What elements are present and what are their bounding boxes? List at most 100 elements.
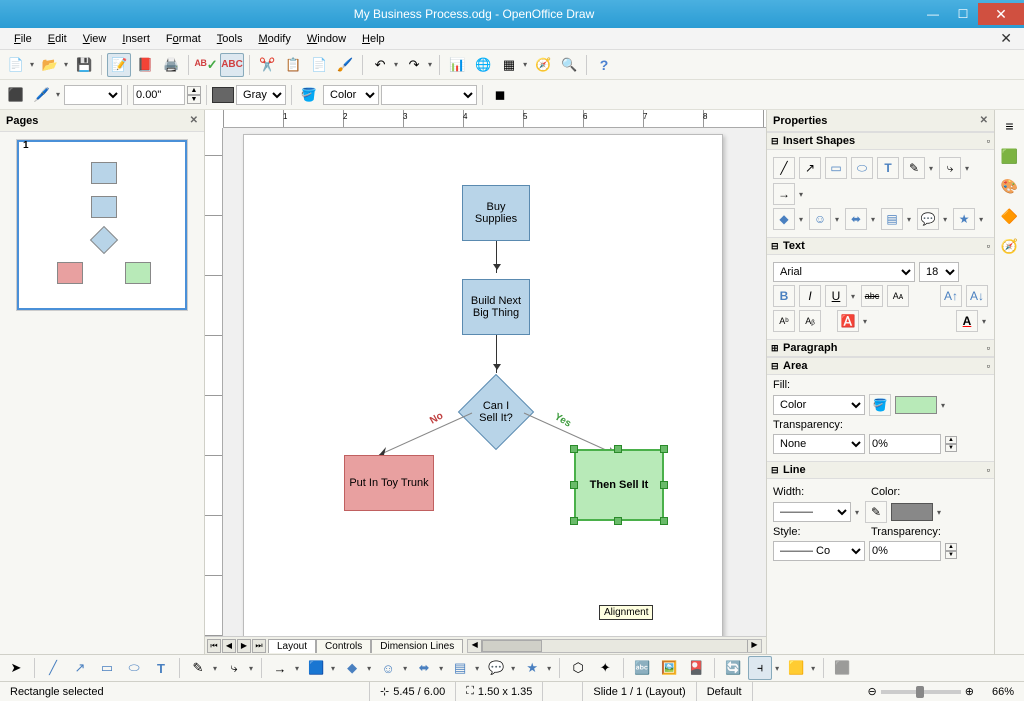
line-tool[interactable]: ╱ [773,157,795,179]
section-insert-shapes[interactable]: ⊟Insert Shapes▫ [767,132,994,150]
marker-dropdown[interactable]: ▾ [54,90,62,99]
section-paragraph[interactable]: ⊞Paragraph▫ [767,339,994,357]
from-file[interactable]: 🖼️ [657,656,681,680]
tab-last[interactable]: ⏭ [252,639,266,653]
strike-button[interactable]: abc [861,285,883,307]
format-paintbrush-button[interactable]: 🖌️ [333,53,357,77]
curve-tool2[interactable]: ✎ [186,656,210,680]
zoom-slider[interactable]: ⊖ ⊕ [860,685,982,698]
flowchart-shapes[interactable]: ▤ [881,208,903,230]
properties-panel-close[interactable]: ✕ [980,115,988,126]
highlight-button[interactable]: 🅰️ [837,310,859,332]
handle-sw[interactable] [570,517,578,525]
fill-mode-combo[interactable]: Color [323,85,379,105]
line-style-combo[interactable]: ——— Co [773,541,865,561]
section-text[interactable]: ⊟Text▫ [767,237,994,255]
points-edit[interactable]: ⬡ [566,656,590,680]
gallery-button[interactable]: 🎴 [684,656,708,680]
export-pdf-button[interactable]: 📕 [133,53,157,77]
rotate-button[interactable]: 🔄 [721,656,745,680]
callout-shapes[interactable]: 💬 [917,208,939,230]
open-dropdown[interactable]: ▾ [62,60,70,69]
edit-file-button[interactable]: 📝 [107,53,131,77]
canvas[interactable]: Buy Supplies Build Next Big Thing Can I … [223,128,766,636]
rect-tool2[interactable]: ▭ [95,656,119,680]
handle-ne[interactable] [660,445,668,453]
handle-s[interactable] [614,517,622,525]
basic-shapes[interactable]: ◆ [773,208,795,230]
transp-up[interactable]: ▲ [945,436,957,444]
line-width-down[interactable]: ▼ [187,95,201,104]
bold-button[interactable]: B [773,285,795,307]
ellipse-tool2[interactable]: ⬭ [122,656,146,680]
fill-type-combo[interactable]: Color [773,395,865,415]
handle-w[interactable] [570,481,578,489]
basic-shapes2[interactable]: ◆ [340,656,364,680]
page-thumbnail-1[interactable]: 1 [17,140,187,310]
shape-build[interactable]: Build Next Big Thing [462,279,530,335]
ellipse-tool[interactable]: ⬭ [851,157,873,179]
table-button[interactable]: ▦ [497,53,521,77]
line-width-up[interactable]: ▲ [187,86,201,95]
section-area[interactable]: ⊟Area▫ [767,357,994,375]
fill-color-swatch[interactable] [895,396,937,414]
arrow-2[interactable] [496,335,497,373]
super-button[interactable]: Aᵇ [773,310,795,332]
handle-n[interactable] [614,445,622,453]
arrow-tool[interactable]: ↗ [799,157,821,179]
alignment-button[interactable]: ⫞ [748,656,772,680]
tab-first[interactable]: ⏮ [207,639,221,653]
chart-button[interactable]: 📊 [445,53,469,77]
shadow-text-button[interactable]: Aᴀ [887,285,909,307]
menu-tools[interactable]: Tools [209,31,251,47]
italic-button[interactable]: I [799,285,821,307]
cut-button[interactable]: ✂️ [255,53,279,77]
shadow-button[interactable]: ◼ [488,83,512,107]
sidebar-navigator[interactable]: 🎨 [998,174,1022,198]
arrange-button2[interactable]: 🟨 [784,656,808,680]
connector-tool[interactable]: ⤷ [939,157,961,179]
font-color-button[interactable]: A [956,310,978,332]
save-button[interactable]: 💾 [72,53,96,77]
copy-button[interactable]: 📋 [281,53,305,77]
line-color-pencil[interactable]: ✎ [865,501,887,523]
3d-objects[interactable]: 🟦 [304,656,328,680]
menu-window[interactable]: Window [299,31,354,47]
connector-tool2[interactable]: ⤷ [222,656,246,680]
menu-insert[interactable]: Insert [114,31,158,47]
menu-edit[interactable]: Edit [40,31,75,47]
undo-button[interactable]: ↶ [368,53,392,77]
shape-put-trunk[interactable]: Put In Toy Trunk [344,455,434,511]
table-dropdown[interactable]: ▾ [521,60,529,69]
maximize-button[interactable]: ☐ [948,3,978,25]
fill-bucket-icon[interactable]: 🪣 [869,394,891,416]
symbol-shapes2[interactable]: ☺ [376,656,400,680]
extrusion-button[interactable]: ⬛ [830,656,854,680]
zoom-in[interactable]: ⊕ [965,685,974,698]
redo-button[interactable]: ↷ [402,53,426,77]
fontwork[interactable]: 🔤 [630,656,654,680]
line-width-input[interactable] [133,85,185,105]
line-color-swatch[interactable] [212,87,234,103]
callout-shapes2[interactable]: 💬 [484,656,508,680]
sidebar-properties[interactable]: ≡ [998,114,1022,138]
help-button[interactable]: ? [592,53,616,77]
tab-dimension[interactable]: Dimension Lines [371,639,463,653]
zoom-out[interactable]: ⊖ [868,685,877,698]
zoom-button[interactable]: 🔍 [557,53,581,77]
arrow-1[interactable] [496,241,497,273]
line-transp-input[interactable] [869,541,941,561]
arrow-tool2[interactable]: ↗ [68,656,92,680]
menu-view[interactable]: View [75,31,115,47]
open-button[interactable]: 📂 [38,53,62,77]
shape-sell[interactable]: Then Sell It [574,449,664,521]
menu-format[interactable]: Format [158,31,209,47]
shape-buy-supplies[interactable]: Buy Supplies [462,185,530,241]
font-size-combo[interactable]: 18 [919,262,959,282]
new-button[interactable]: 📄 [4,53,28,77]
sidebar-styles[interactable]: 🔶 [998,204,1022,228]
arrange-button[interactable]: ⬛ [4,83,28,107]
arrow-style-combo[interactable] [64,85,122,105]
horizontal-scrollbar[interactable]: ◀▶ [467,639,762,653]
minimize-button[interactable]: — [918,3,948,25]
